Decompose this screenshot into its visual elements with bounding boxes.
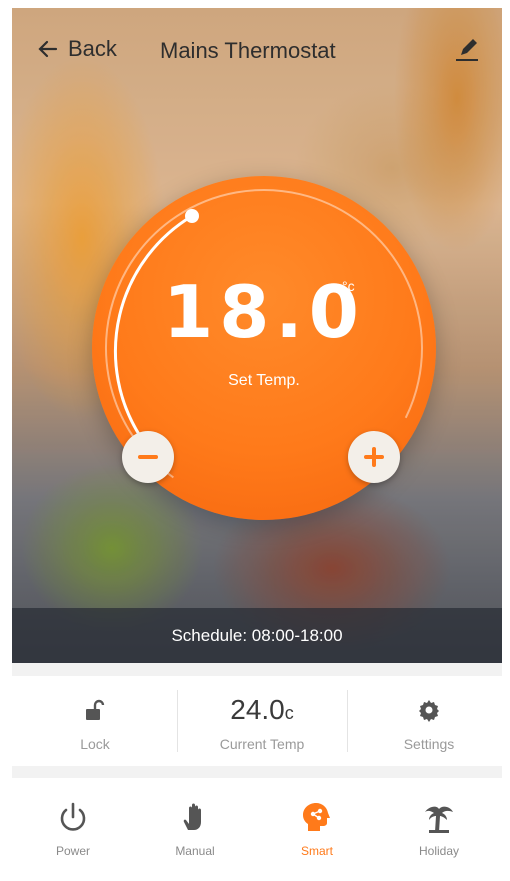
minus-icon <box>138 455 158 459</box>
nav-manual-label: Manual <box>175 844 215 858</box>
lock-button[interactable]: Lock <box>15 676 175 766</box>
lock-label: Lock <box>80 736 110 752</box>
back-label: Back <box>68 36 117 61</box>
nav-smart[interactable]: Smart <box>256 778 378 874</box>
plus-icon <box>364 447 384 467</box>
bottom-nav: Power Manual Smart Holiday <box>12 778 502 874</box>
unlock-icon <box>86 699 105 720</box>
current-temp-number: 24.0 <box>230 694 285 725</box>
settings-button[interactable]: Settings <box>349 676 502 766</box>
info-card: Lock 24.0c Current Temp Settings <box>12 676 502 766</box>
back-button[interactable]: Back <box>36 36 117 62</box>
set-temp-display: 18.0 °c <box>92 276 436 348</box>
pencil-icon[interactable] <box>452 34 482 64</box>
app-frame: Back Mains Thermostat 18.0 °c Set Temp. … <box>12 8 502 874</box>
page-title: Mains Thermostat <box>160 38 336 63</box>
nav-holiday[interactable]: Holiday <box>378 778 500 874</box>
decrease-temp-button[interactable] <box>122 431 174 483</box>
app-header: Back Mains Thermostat <box>12 8 502 88</box>
gear-icon <box>419 700 439 722</box>
nav-manual[interactable]: Manual <box>134 778 256 874</box>
schedule-bar[interactable]: Schedule: 08:00-18:00 <box>12 608 502 663</box>
power-icon <box>60 802 86 831</box>
palm-tree-icon <box>425 806 453 833</box>
nav-power[interactable]: Power <box>12 778 134 874</box>
arrow-left-icon <box>38 40 58 58</box>
nav-smart-label: Smart <box>300 844 333 858</box>
smart-brain-icon <box>303 803 330 831</box>
divider <box>177 690 178 752</box>
set-temp-label: Set Temp. <box>228 372 300 389</box>
current-temp: 24.0c Current Temp <box>182 676 342 766</box>
nav-power-label: Power <box>55 844 90 858</box>
current-temp-value: 24.0c <box>182 694 342 726</box>
current-temp-unit: c <box>284 703 294 723</box>
settings-label: Settings <box>403 736 455 752</box>
increase-temp-button[interactable] <box>348 431 400 483</box>
divider <box>347 690 348 752</box>
current-temp-label: Current Temp <box>219 736 305 752</box>
nav-holiday-label: Holiday <box>418 844 460 858</box>
temp-unit: °c <box>342 278 355 294</box>
hand-icon <box>183 803 201 830</box>
set-temp-value: 18.0 <box>163 270 365 354</box>
